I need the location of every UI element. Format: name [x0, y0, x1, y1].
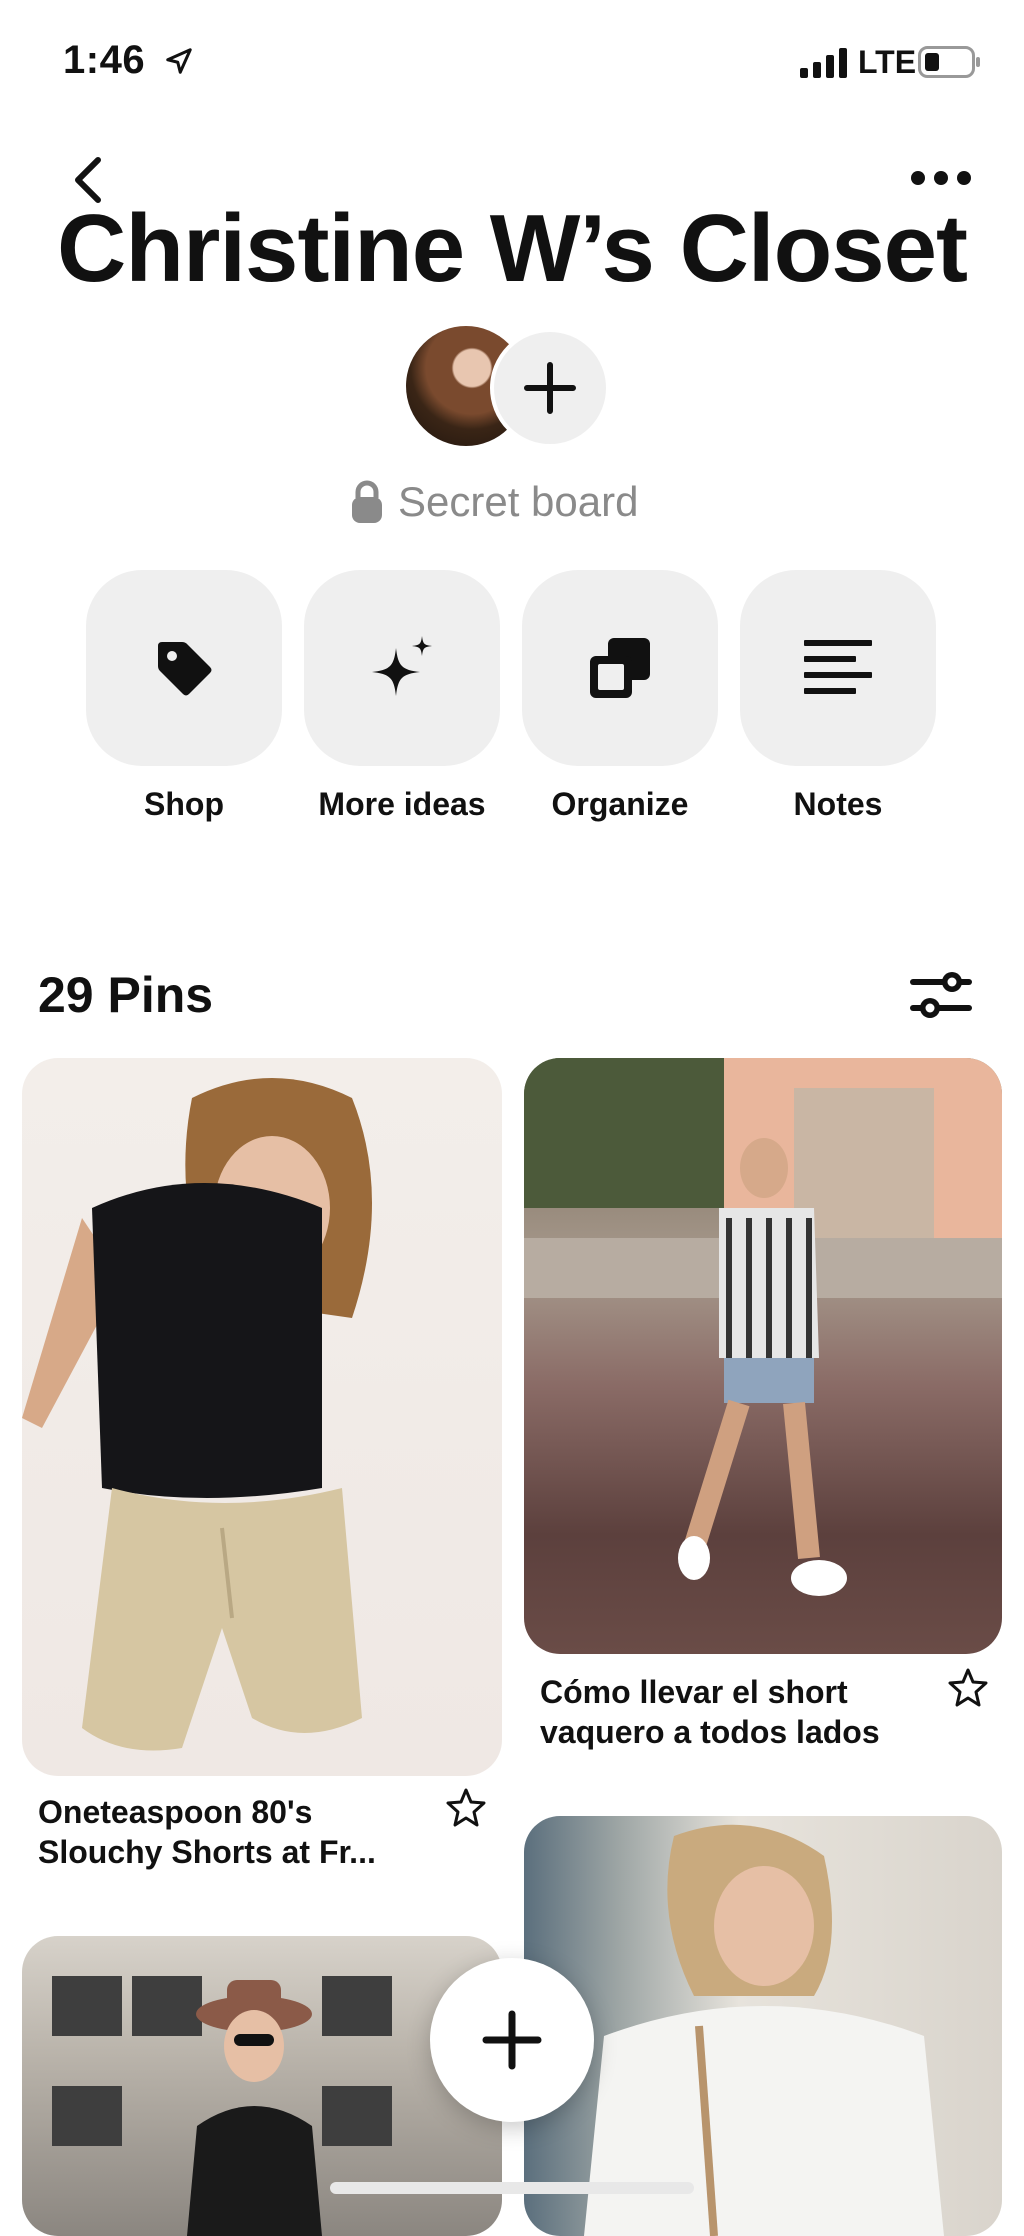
add-pin-button[interactable] [430, 1958, 594, 2122]
more-ideas-label: More ideas [318, 786, 486, 822]
pin-caption[interactable]: Oneteaspoon 80's Slouchy Shorts at Fr... [38, 1792, 438, 1872]
sparkle-icon [372, 636, 432, 696]
pin-caption-line: Oneteaspoon 80's [38, 1794, 313, 1830]
star-icon[interactable] [444, 1786, 488, 1830]
pin-caption-line: vaquero a todos lados [540, 1714, 880, 1750]
pin-image[interactable] [524, 1058, 1002, 1654]
pin-caption-line: Cómo llevar el short [540, 1674, 848, 1710]
add-collaborator-button[interactable] [490, 328, 610, 448]
battery-icon [918, 46, 980, 78]
pin-caption-line: Slouchy Shorts at Fr... [38, 1834, 376, 1870]
organize-button[interactable] [522, 570, 718, 766]
star-icon[interactable] [946, 1666, 990, 1710]
cellular-signal-icon [800, 48, 847, 78]
pin-photo-illustration [22, 1078, 372, 1751]
pin-image[interactable] [524, 1816, 1002, 2236]
pin-photo-illustration [524, 1058, 1002, 1596]
location-arrow-icon [166, 48, 192, 74]
organize-icon [590, 638, 650, 698]
board-title: Christine W’s Closet [57, 195, 968, 302]
shop-label: Shop [144, 786, 224, 822]
shop-button[interactable] [86, 570, 282, 766]
organize-label: Organize [551, 786, 689, 822]
plus-icon [524, 362, 576, 414]
secret-board-label: Secret board [398, 478, 639, 525]
status-time: 1:46 [63, 38, 146, 82]
board-visibility: Secret board [350, 478, 638, 526]
notes-button[interactable] [740, 570, 936, 766]
notes-label: Notes [793, 786, 883, 822]
network-type: LTE [858, 44, 917, 80]
pin-photo-illustration [584, 1824, 944, 2236]
tag-icon [158, 642, 212, 696]
more-options-icon[interactable] [908, 158, 974, 198]
filter-sliders-icon[interactable] [910, 968, 972, 1022]
more-ideas-button[interactable] [304, 570, 500, 766]
home-indicator [330, 2182, 694, 2194]
pin-image[interactable] [22, 1058, 502, 1776]
pin-caption[interactable]: Cómo llevar el short vaquero a todos lad… [540, 1672, 940, 1752]
notes-icon [804, 640, 872, 694]
lock-icon [352, 480, 382, 523]
pins-count: 29 Pins [38, 967, 214, 1023]
plus-icon [482, 2010, 542, 2070]
